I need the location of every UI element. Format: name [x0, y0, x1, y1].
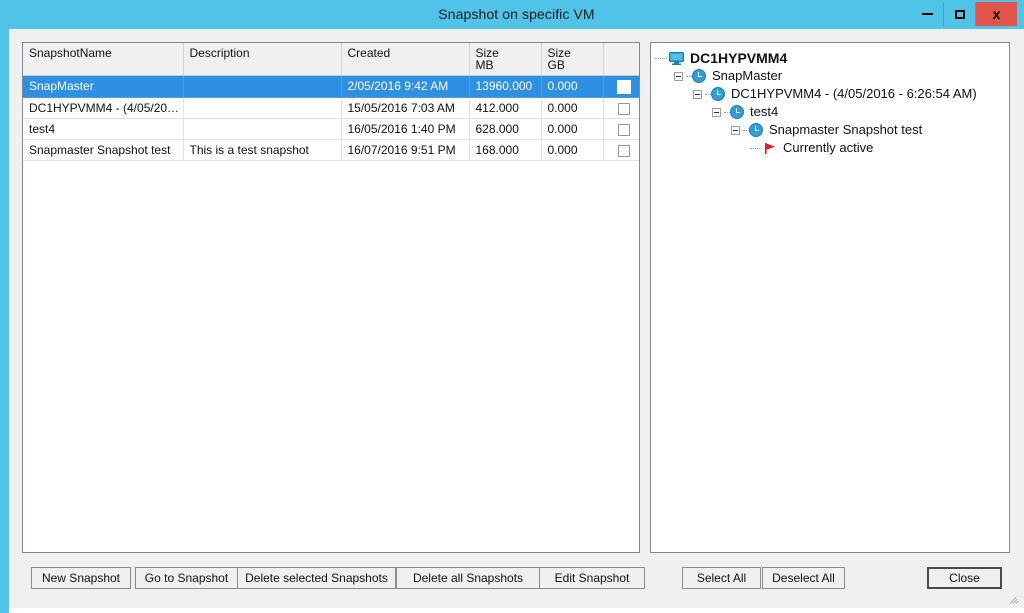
cell-checkbox[interactable] [603, 139, 639, 161]
tree-expander-icon[interactable] [712, 107, 721, 117]
new-snapshot-button[interactable]: New Snapshot [31, 567, 131, 589]
table-row[interactable]: Snapmaster Snapshot test This is a test s… [23, 139, 639, 161]
row-checkbox[interactable] [618, 123, 630, 136]
tree-node-label: DC1HYPVMM4 [690, 50, 788, 66]
window-title: Snapshot on specific VM [438, 6, 595, 22]
column-header-label: SnapshotName [29, 46, 112, 60]
delete-selected-snapshots-button[interactable]: Delete selected Snapshots [237, 567, 396, 589]
cell-size-gb: 0.000 [541, 75, 604, 98]
monitor-icon [669, 51, 684, 65]
dialog-client-area: SnapshotName Description Created Size MB [9, 29, 1024, 608]
snapshot-table: SnapshotName Description Created Size MB [23, 43, 639, 541]
column-header-sublabel: MB [475, 58, 494, 72]
row-checkbox[interactable] [617, 79, 631, 94]
cell-description [183, 118, 342, 140]
column-header-sublabel: GB [547, 58, 565, 72]
table-row[interactable]: DC1HYPVMM4 - (4/05/2016 ... 15/05/2016 7:… [23, 97, 639, 119]
close-button[interactable]: Close [927, 567, 1002, 589]
flag-icon [764, 142, 777, 155]
background-strip [0, 0, 9, 613]
snapshot-tree: DC1HYPVMM4 SnapMaster DC1HYPVMM4 - (4/05/2… [655, 49, 1005, 157]
tree-node[interactable]: test4 [655, 103, 1005, 121]
tree-node-label: DC1HYPVMM4 - (4/05/2016 - 6:26:54 AM) [731, 86, 977, 101]
dialog-button-bar: New Snapshot Go to Snapshot Delete selec… [9, 559, 1024, 608]
column-header-size-gb[interactable]: Size GB [541, 43, 604, 76]
column-header-checkbox [603, 43, 639, 76]
table-header-row: SnapshotName Description Created Size MB [23, 43, 639, 76]
tree-expander-icon[interactable] [731, 125, 740, 135]
delete-all-snapshots-button[interactable]: Delete all Snapshots [396, 567, 540, 589]
minimize-button[interactable] [911, 2, 943, 26]
cell-size-mb: 412.000 [469, 97, 542, 119]
tree-node-label: SnapMaster [712, 68, 783, 83]
column-header-snapshotname[interactable]: SnapshotName [23, 43, 184, 76]
snapshot-tree-panel[interactable]: DC1HYPVMM4 SnapMaster DC1HYPVMM4 - (4/05/2… [650, 42, 1010, 553]
tree-node[interactable]: Currently active [655, 139, 1005, 157]
cell-description: This is a test snapshot [183, 139, 342, 161]
row-checkbox[interactable] [618, 144, 630, 157]
cell-snapshot-name: test4 [23, 118, 184, 140]
cell-description [183, 97, 342, 119]
maximize-icon [954, 9, 965, 19]
snapshot-list-panel: SnapshotName Description Created Size MB [22, 42, 640, 553]
tree-node[interactable]: Snapmaster Snapshot test [655, 121, 1005, 139]
row-checkbox[interactable] [618, 102, 630, 115]
cell-snapshot-name: Snapmaster Snapshot test [23, 139, 184, 161]
tree-node-label: test4 [750, 104, 779, 119]
cell-size-mb: 628.000 [469, 118, 542, 140]
cell-size-mb: 168.000 [469, 139, 542, 161]
table-row[interactable]: test4 16/05/2016 1:40 PM 628.000 0.000 [23, 118, 639, 140]
cell-size-gb: 0.000 [541, 118, 604, 140]
column-header-description[interactable]: Description [183, 43, 342, 76]
table-filler-cell [23, 160, 639, 541]
tree-node[interactable]: DC1HYPVMM4 [655, 49, 1005, 67]
clock-icon [730, 105, 744, 119]
cell-description [183, 75, 342, 98]
cell-size-gb: 0.000 [541, 139, 604, 161]
cell-created: 15/05/2016 7:03 AM [341, 97, 470, 119]
snapshot-table-body: SnapMaster 2/05/2016 9:42 AM 13960.000 0.00… [23, 75, 639, 541]
tree-connector [750, 139, 764, 157]
cell-checkbox[interactable] [603, 118, 639, 140]
cell-size-gb: 0.000 [541, 97, 604, 119]
window-controls: x [911, 2, 1017, 26]
snapshot-dialog-window: Snapshot on specific VM x SnapshotName D… [9, 0, 1024, 608]
column-header-label: Description [189, 46, 250, 60]
table-row[interactable]: SnapMaster 2/05/2016 9:42 AM 13960.000 0.00… [23, 75, 639, 98]
column-header-created[interactable]: Created [341, 43, 470, 76]
deselect-all-button[interactable]: Deselect All [762, 567, 845, 589]
cell-created: 16/07/2016 9:51 PM [341, 139, 470, 161]
cell-snapshot-name: DC1HYPVMM4 - (4/05/2016 ... [23, 97, 184, 119]
tree-node-label: Snapmaster Snapshot test [769, 122, 923, 137]
resize-grip[interactable] [1006, 591, 1020, 605]
tree-expander-icon[interactable] [693, 89, 702, 99]
cell-created: 16/05/2016 1:40 PM [341, 118, 470, 140]
title-bar: Snapshot on specific VM x [9, 0, 1024, 30]
table-filler [23, 160, 639, 541]
tree-node[interactable]: SnapMaster [655, 67, 1005, 85]
tree-expander-icon[interactable] [674, 71, 683, 81]
tree-node-label: Currently active [783, 140, 874, 155]
column-header-size-mb[interactable]: Size MB [469, 43, 542, 76]
maximize-button[interactable] [943, 2, 975, 26]
tree-node[interactable]: DC1HYPVMM4 - (4/05/2016 - 6:26:54 AM) [655, 85, 1005, 103]
cell-size-mb: 13960.000 [469, 75, 542, 98]
column-header-label: Created [347, 46, 391, 60]
select-all-button[interactable]: Select All [682, 567, 761, 589]
tree-connector [655, 49, 669, 67]
edit-snapshot-button[interactable]: Edit Snapshot [539, 567, 645, 589]
clock-icon [711, 87, 725, 101]
close-window-button[interactable]: x [975, 2, 1017, 26]
minimize-icon [921, 13, 933, 15]
clock-icon [692, 69, 706, 83]
close-icon: x [992, 6, 1001, 22]
cell-checkbox[interactable] [603, 97, 639, 119]
cell-snapshot-name: SnapMaster [23, 75, 184, 98]
cell-created: 2/05/2016 9:42 AM [341, 75, 470, 98]
cell-checkbox[interactable] [603, 75, 639, 98]
clock-icon [749, 123, 763, 137]
go-to-snapshot-button[interactable]: Go to Snapshot [135, 567, 238, 589]
